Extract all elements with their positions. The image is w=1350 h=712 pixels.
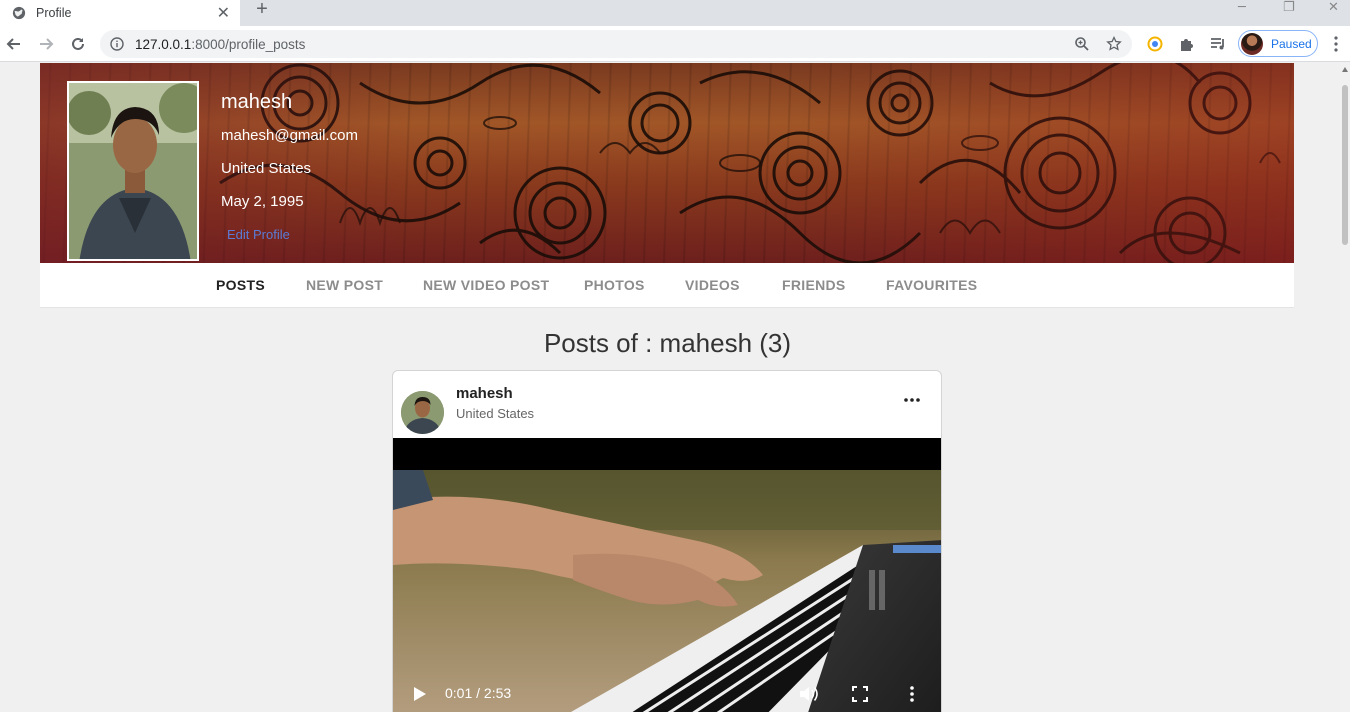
url-path: :8000/profile_posts xyxy=(191,37,306,52)
page-scrollbar[interactable] xyxy=(1340,63,1350,712)
posts-heading: Posts of : mahesh (3) xyxy=(543,328,792,358)
zoom-icon[interactable] xyxy=(1074,36,1090,52)
browser-tab-strip: Profile ✕ + ─ ❐ ✕ xyxy=(0,0,1350,26)
window-close-icon[interactable]: ✕ xyxy=(1328,0,1339,16)
tab-favourites[interactable]: FAVOURITES xyxy=(886,277,977,293)
address-toolbar: 127.0.0.1:8000/profile_posts Paused xyxy=(0,26,1350,62)
address-bar[interactable]: 127.0.0.1:8000/profile_posts xyxy=(100,30,1132,58)
fullscreen-icon[interactable] xyxy=(852,686,868,702)
extensions-puzzle-icon[interactable] xyxy=(1178,35,1196,53)
profile-photo xyxy=(67,81,199,261)
tab-friends[interactable]: FRIENDS xyxy=(782,277,846,293)
volume-icon[interactable] xyxy=(799,685,819,703)
tab-videos[interactable]: VIDEOS xyxy=(685,277,740,293)
more-options-icon[interactable] xyxy=(903,393,921,407)
scroll-up-icon[interactable] xyxy=(1342,67,1348,72)
video-player[interactable]: 0:01 / 2:53 xyxy=(393,438,941,712)
post-card: mahesh United States 0:01 / 2:53 xyxy=(392,370,942,712)
profile-name: mahesh xyxy=(221,91,293,113)
profile-country: United States xyxy=(221,160,312,177)
profile-email: mahesh@gmail.com xyxy=(221,127,358,144)
scrollbar-thumb[interactable] xyxy=(1342,85,1348,245)
media-queue-icon[interactable] xyxy=(1209,35,1227,53)
tab-new-post[interactable]: NEW POST xyxy=(306,277,383,293)
extension-compass-icon[interactable] xyxy=(1146,35,1164,53)
url-host: 127.0.0.1 xyxy=(135,37,192,52)
reload-icon[interactable] xyxy=(68,34,88,54)
profile-birthdate: May 2, 1995 xyxy=(221,193,304,210)
post-author-avatar[interactable] xyxy=(401,391,444,434)
browser-tab[interactable]: Profile ✕ xyxy=(0,0,240,26)
post-location: United States xyxy=(456,406,535,421)
new-tab-icon[interactable]: + xyxy=(252,0,272,19)
restore-icon[interactable]: ❐ xyxy=(1283,0,1295,16)
tab-title: Profile xyxy=(36,6,72,20)
video-options-icon[interactable] xyxy=(909,685,915,703)
play-icon[interactable] xyxy=(413,686,427,702)
edit-profile-link[interactable]: Edit Profile xyxy=(227,227,290,242)
video-frame xyxy=(393,470,941,712)
tab-photos[interactable]: PHOTOS xyxy=(584,277,645,293)
url-text[interactable]: 127.0.0.1:8000/profile_posts xyxy=(135,37,305,52)
globe-icon xyxy=(12,6,26,20)
back-arrow-icon[interactable] xyxy=(4,34,24,54)
profile-chip[interactable]: Paused xyxy=(1238,30,1318,57)
page-content: mahesh mahesh@gmail.com United States Ma… xyxy=(0,63,1340,712)
post-author-name[interactable]: mahesh xyxy=(456,385,513,402)
profile-nav: POSTS NEW POST NEW VIDEO POST PHOTOS VID… xyxy=(40,263,1294,308)
site-info-icon[interactable] xyxy=(110,37,124,51)
forward-arrow-icon[interactable] xyxy=(36,34,56,54)
profile-status: Paused xyxy=(1271,36,1312,51)
minimize-icon[interactable]: ─ xyxy=(1238,0,1246,16)
tab-close-icon[interactable]: ✕ xyxy=(217,3,230,23)
video-time: 0:01 / 2:53 xyxy=(445,685,512,701)
tab-posts[interactable]: POSTS xyxy=(216,277,265,293)
chrome-menu-icon[interactable] xyxy=(1330,35,1342,53)
tab-new-video-post[interactable]: NEW VIDEO POST xyxy=(423,277,549,293)
bookmark-star-icon[interactable] xyxy=(1106,36,1122,52)
profile-avatar xyxy=(1241,32,1263,55)
